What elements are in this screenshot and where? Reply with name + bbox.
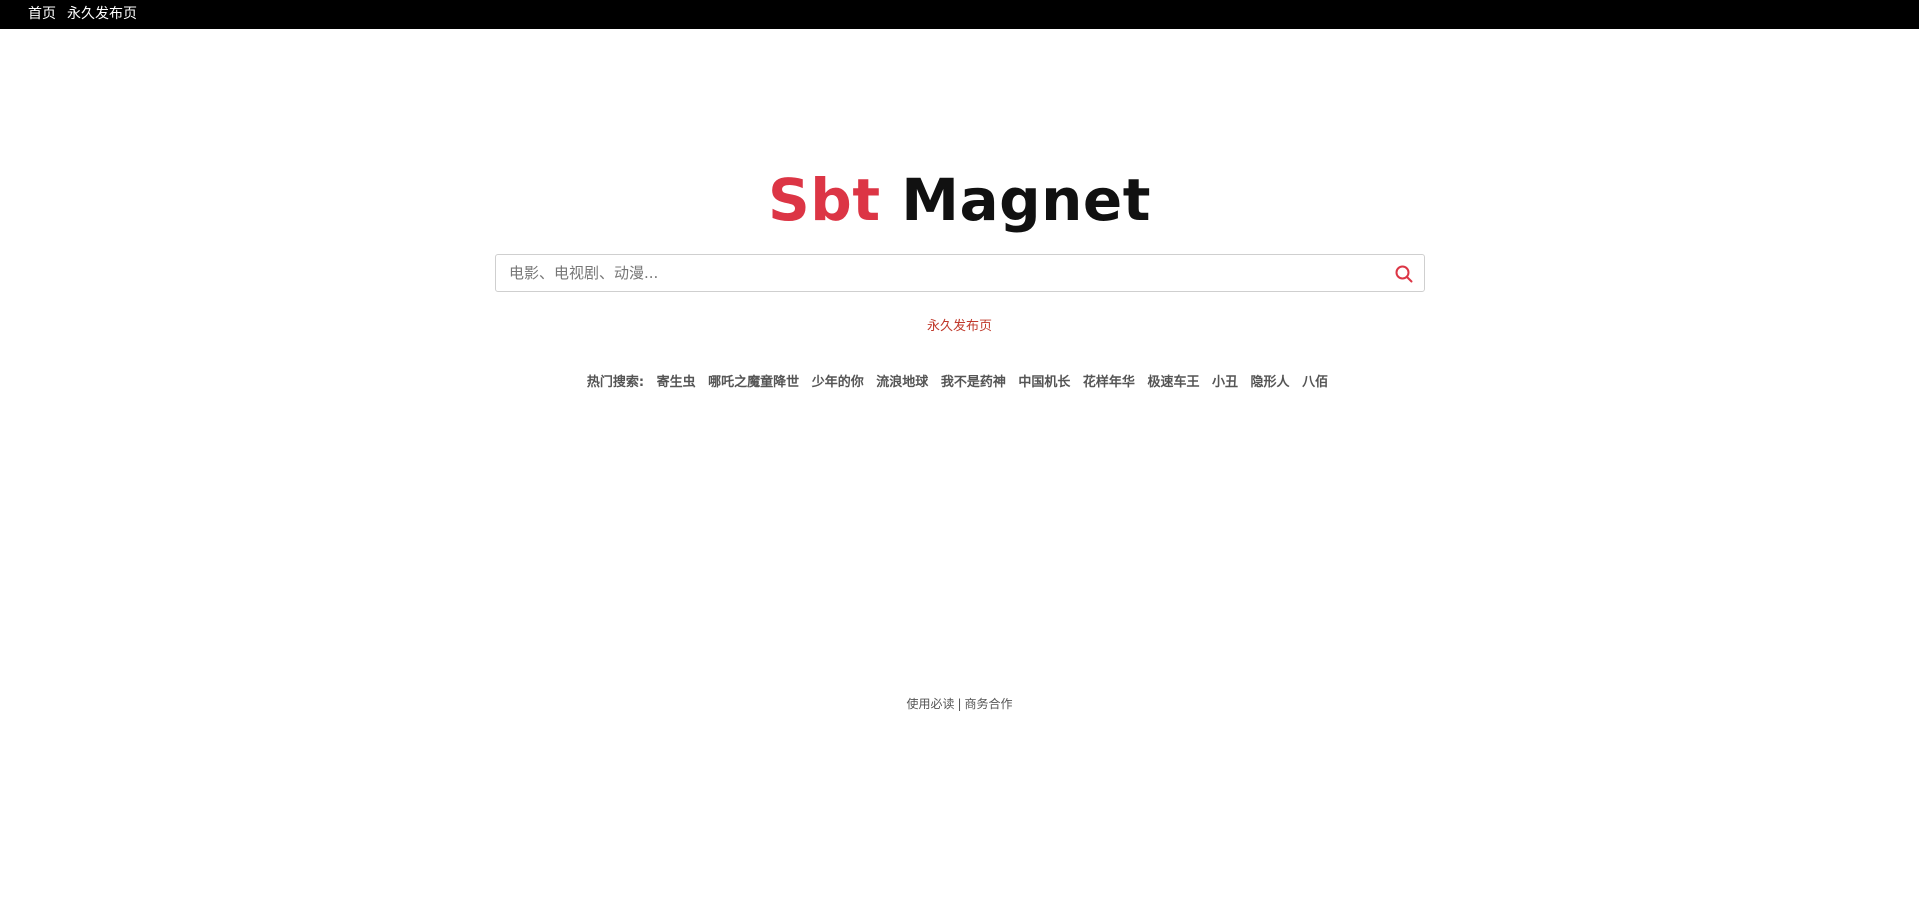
- search-input[interactable]: [496, 255, 1376, 291]
- hot-search-item[interactable]: 八佰: [1302, 375, 1328, 390]
- nav-link-permanent-page[interactable]: 永久发布页: [67, 0, 137, 29]
- top-nav-bar: 首页 永久发布页: [0, 0, 1919, 29]
- hot-search-item[interactable]: 我不是药神: [941, 375, 1006, 390]
- hot-search-item[interactable]: 哪吒之魔童降世: [708, 375, 799, 390]
- search-box: [495, 254, 1425, 292]
- footer-separator: |: [957, 697, 962, 711]
- hot-search-item[interactable]: 中国机长: [1018, 375, 1070, 390]
- hot-search-label: 热门搜索:: [586, 375, 645, 390]
- search-button[interactable]: [1394, 264, 1414, 284]
- logo-part-sbt: Sbt: [768, 166, 881, 234]
- hot-search-item[interactable]: 少年的你: [812, 375, 864, 390]
- footer-link-usage-notice[interactable]: 使用必读: [906, 697, 954, 711]
- hot-search-item[interactable]: 花样年华: [1083, 375, 1135, 390]
- permalink-row: 永久发布页: [0, 318, 1919, 336]
- hot-search-bar: 热门搜索: 寄生虫 哪吒之魔童降世 少年的你 流浪地球 我不是药神 中国机长 花…: [0, 373, 1919, 393]
- hot-search-item[interactable]: 小丑: [1212, 375, 1238, 390]
- permanent-page-link[interactable]: 永久发布页: [927, 319, 992, 334]
- nav-link-home[interactable]: 首页: [28, 0, 56, 29]
- search-icon: [1395, 265, 1413, 283]
- hot-search-item[interactable]: 流浪地球: [876, 375, 928, 390]
- hot-search-item[interactable]: 寄生虫: [657, 375, 696, 390]
- logo-part-magnet: Magnet: [880, 166, 1151, 234]
- site-logo: Sbt Magnet: [0, 160, 1919, 240]
- hot-search-item[interactable]: 极速车王: [1147, 375, 1199, 390]
- footer-link-business[interactable]: 商务合作: [965, 697, 1013, 711]
- hot-search-item[interactable]: 隐形人: [1251, 375, 1290, 390]
- footer: 使用必读 | 商务合作: [0, 695, 1919, 713]
